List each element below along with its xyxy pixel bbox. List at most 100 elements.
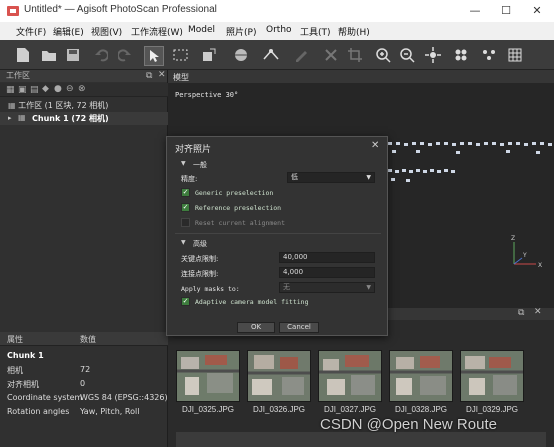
workspace-toolbar: ▦ ▣ ▤ ◆ ● ⊖ ⊗ [0, 83, 168, 97]
title-bar: Untitled* — Agisoft PhotoScan Profession… [0, 0, 554, 22]
minimize-button[interactable]: — [460, 0, 490, 22]
photo-thumbnail[interactable] [176, 350, 240, 402]
save-icon[interactable] [64, 46, 82, 64]
add-photos-icon[interactable]: ▣ [18, 85, 27, 95]
menu-file[interactable]: 文件(F) [16, 25, 46, 38]
cancel-button[interactable]: Cancel [279, 322, 319, 333]
photo-thumbnail[interactable] [318, 350, 382, 402]
workspace-root-label: 工作区 (1 区块, 72 相机) [18, 101, 109, 110]
prop-name: 相机 [7, 366, 23, 375]
add-chunk-icon[interactable]: ▦ [6, 85, 15, 95]
properties-header: 属性 数值 [0, 332, 168, 346]
svg-text:X: X [538, 262, 542, 269]
close-photos-icon[interactable]: ✕ [534, 307, 542, 317]
add-folder-icon[interactable]: ▤ [30, 85, 39, 95]
dropdown-arrow-icon: ▼ [366, 174, 371, 181]
apply-masks-select[interactable]: 无 ▼ [279, 282, 375, 293]
redo-icon[interactable] [116, 46, 134, 64]
add-marker-icon[interactable]: ◆ [42, 84, 49, 94]
remove-icon[interactable]: ⊗ [78, 84, 86, 94]
pointer-icon[interactable] [144, 46, 164, 66]
menu-tools[interactable]: 工具(T) [300, 25, 331, 38]
photo-thumbnail[interactable] [389, 350, 453, 402]
accuracy-value: 低 [291, 173, 298, 181]
prop-name: Coordinate system [7, 393, 83, 402]
adaptive-fitting-checkbox[interactable]: ✓ [181, 297, 190, 306]
photo-thumbnail[interactable] [247, 350, 311, 402]
reference-preselection-label: Reference preselection [195, 204, 282, 212]
menu-ortho[interactable]: Ortho [266, 25, 292, 35]
undo-icon[interactable] [92, 46, 110, 64]
reset-alignment-label: Reset current alignment [195, 219, 286, 227]
dropdown-arrow-icon: ▼ [366, 284, 371, 291]
menu-model[interactable]: Model [188, 25, 215, 35]
maximize-button[interactable]: ☐ [491, 0, 521, 22]
reset-alignment-checkbox[interactable] [181, 218, 190, 227]
dialog-close-icon[interactable]: ✕ [371, 140, 379, 151]
expand-arrow-icon[interactable]: ▸ [8, 114, 12, 122]
menu-workflow[interactable]: 工作流程(W) [131, 25, 183, 38]
grid-view-icon[interactable] [506, 46, 524, 64]
ruler-icon[interactable] [262, 46, 280, 64]
reference-preselection-checkbox[interactable]: ✓ [181, 203, 190, 212]
delete-selection-icon[interactable] [322, 46, 340, 64]
prop-value: 72 [80, 365, 91, 374]
adaptive-fitting-label: Adaptive camera model fitting [195, 298, 309, 306]
zoom-out-icon[interactable] [398, 46, 416, 64]
close-panel-icon[interactable]: ✕ [158, 70, 166, 80]
resize-region-icon[interactable] [200, 46, 218, 64]
prop-value: 0 [80, 379, 86, 388]
prop-value: Yaw, Pitch, Roll [80, 407, 140, 416]
menu-view[interactable]: 视图(V) [91, 25, 122, 38]
open-folder-icon[interactable] [40, 46, 58, 64]
keypoint-limit-input[interactable]: 40,000 [279, 252, 375, 263]
prop-name: Rotation angles [7, 407, 70, 416]
draw-icon[interactable] [292, 46, 310, 64]
photo-caption: DJI_0325.JPG [182, 405, 235, 414]
rotate-object-icon[interactable] [232, 46, 250, 64]
photo-caption: DJI_0328.JPG [395, 405, 448, 414]
tab-model[interactable]: 模型 [173, 72, 189, 83]
svg-text:Z: Z [511, 235, 515, 242]
photo-caption: DJI_0327.JPG [324, 405, 377, 414]
disable-icon[interactable]: ⊖ [66, 84, 74, 94]
dialog-title: 对齐照片 [175, 145, 212, 155]
generic-preselection-checkbox[interactable]: ✓ [181, 188, 190, 197]
workspace-header: 工作区 [0, 70, 167, 82]
new-file-icon[interactable] [14, 46, 32, 64]
zoom-in-icon[interactable] [374, 46, 392, 64]
crop-icon[interactable] [346, 46, 364, 64]
close-window-button[interactable]: ✕ [522, 0, 552, 22]
float-panel-icon[interactable]: ⧉ [146, 71, 152, 81]
perspective-label: Perspective 30° [175, 91, 239, 99]
tiepoint-limit-input[interactable]: 4,000 [279, 267, 375, 278]
tiepoint-limit-value: 4,000 [283, 268, 304, 276]
properties-panel: 属性 数值 Chunk 1 相机 72 对齐相机 0 Coordinate sy… [0, 332, 168, 447]
ok-button[interactable]: OK [237, 322, 275, 333]
prop-name: 对齐相机 [7, 380, 39, 389]
collapse-advanced-icon[interactable]: ▼ [181, 239, 186, 246]
menu-edit[interactable]: 编辑(E) [53, 25, 84, 38]
workspace-panel: 工作区 ⧉ ✕ ▦ ▣ ▤ ◆ ● ⊖ ⊗ ▦ 工作区 (1 区块, 72 相机… [0, 70, 168, 332]
photo-thumbnail[interactable] [460, 350, 524, 402]
accuracy-select[interactable]: 低 ▼ [287, 172, 375, 183]
photo-caption: DJI_0329.JPG [466, 405, 519, 414]
chunk-row[interactable]: ▸ ▦ Chunk 1 (72 相机) [0, 112, 168, 125]
show-points-icon[interactable] [452, 46, 470, 64]
rectangle-select-icon[interactable] [172, 46, 190, 64]
keypoint-limit-value: 40,000 [283, 253, 308, 261]
collapse-general-icon[interactable]: ▼ [181, 160, 186, 167]
workspace-root[interactable]: ▦ 工作区 (1 区块, 72 相机) [8, 100, 108, 111]
float-photos-icon[interactable]: ⧉ [518, 308, 524, 318]
photo-caption: DJI_0326.JPG [253, 405, 306, 414]
show-cameras-icon[interactable] [480, 46, 498, 64]
menu-help[interactable]: 帮助(H) [338, 25, 370, 38]
menu-photo[interactable]: 照片(P) [226, 25, 256, 38]
enable-icon[interactable]: ● [54, 84, 62, 94]
model-tab-bar: 模型 [168, 70, 554, 83]
menu-bar: 文件(F) 编辑(E) 视图(V) 工作流程(W) Model 照片(P) Or… [0, 22, 554, 40]
divider [175, 233, 381, 234]
generic-preselection-label: Generic preselection [195, 189, 274, 197]
reset-view-icon[interactable] [424, 46, 442, 64]
axis-gizmo: Z X Y [511, 235, 542, 269]
